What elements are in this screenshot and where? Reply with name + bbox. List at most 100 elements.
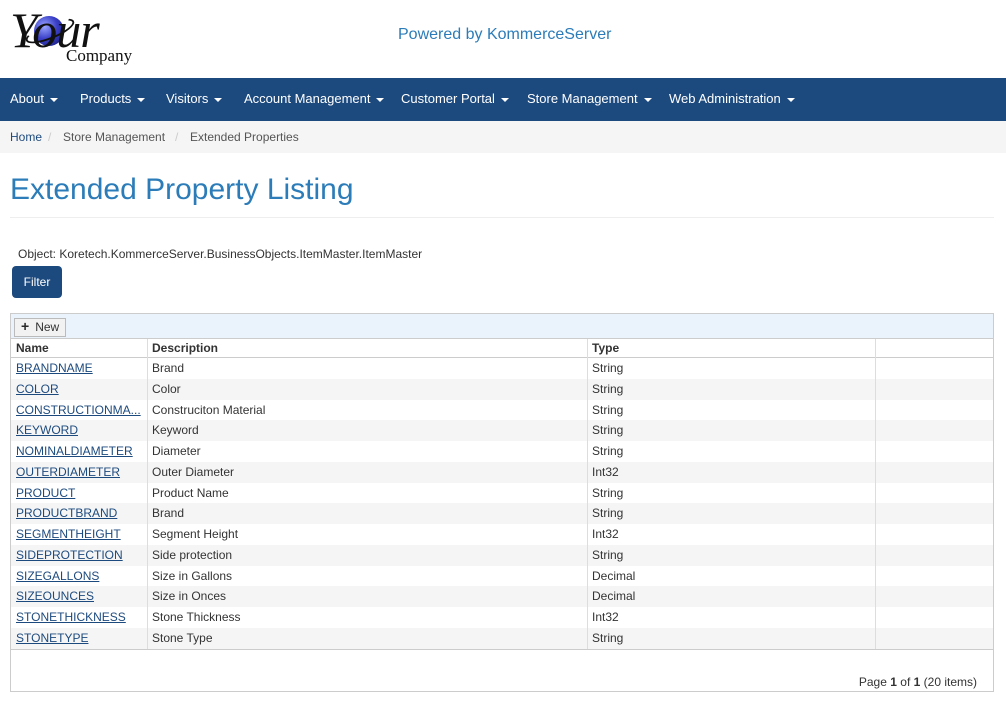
property-type: String bbox=[592, 423, 624, 438]
nav-label: Products bbox=[80, 91, 132, 106]
property-type: String bbox=[592, 506, 624, 521]
property-type: String bbox=[592, 381, 624, 396]
caret-down-icon bbox=[500, 97, 509, 102]
property-name-link[interactable]: STONETYPE bbox=[11, 628, 147, 649]
property-name-link[interactable]: SEGMENTHEIGHT bbox=[11, 524, 147, 545]
property-description: Color bbox=[152, 381, 181, 396]
property-name-link[interactable]: SIZEGALLONS bbox=[11, 566, 147, 587]
property-description: Stone Thickness bbox=[152, 610, 241, 624]
property-description: Diameter bbox=[152, 444, 201, 458]
property-type: String bbox=[592, 402, 624, 417]
pager-of-word: of bbox=[900, 675, 911, 689]
property-description: Product Name bbox=[152, 485, 229, 500]
table-row: SEGMENTHEIGHT Segment Height Int32 bbox=[11, 524, 993, 545]
table-row: KEYWORD Keyword String bbox=[11, 420, 993, 442]
nav-account-management[interactable]: Account Management bbox=[244, 78, 385, 121]
property-type: Decimal bbox=[592, 568, 636, 583]
column-header-name[interactable]: Name bbox=[11, 339, 147, 358]
property-description: Keyword bbox=[152, 423, 199, 438]
property-type: Decimal bbox=[592, 589, 636, 604]
main-navbar: About Products Visitors Account Manageme… bbox=[0, 78, 1006, 121]
pager-info: Page 1 of 1 (20 items) bbox=[859, 675, 977, 689]
property-description: Segment Height bbox=[152, 527, 239, 541]
column-divider bbox=[147, 339, 148, 650]
nav-label: Web Administration bbox=[669, 91, 781, 106]
company-logo[interactable]: Your Company bbox=[10, 2, 150, 68]
table-row: NOMINALDIAMETER Diameter String bbox=[11, 441, 993, 462]
new-label: New bbox=[35, 320, 60, 334]
caret-down-icon bbox=[49, 97, 58, 102]
property-type: Int32 bbox=[592, 464, 619, 479]
property-name-link[interactable]: NOMINALDIAMETER bbox=[11, 441, 147, 462]
nav-customer-portal[interactable]: Customer Portal bbox=[401, 78, 509, 121]
property-name-link[interactable]: PRODUCTBRAND bbox=[11, 503, 147, 524]
breadcrumb: Home / Store Management / Extended Prope… bbox=[0, 121, 1006, 153]
table-row: COLOR Color String bbox=[11, 378, 993, 400]
breadcrumb-separator: / bbox=[48, 130, 52, 144]
property-description: Size in Gallons bbox=[152, 568, 233, 583]
property-name-link[interactable]: SIDEPROTECTION bbox=[11, 545, 147, 566]
breadcrumb-home[interactable]: Home bbox=[10, 121, 42, 153]
table-row: STONETHICKNESS Stone Thickness Int32 bbox=[11, 607, 993, 628]
page-title: Extended Property Listing bbox=[10, 173, 354, 206]
grid-toolbar: + New bbox=[11, 314, 993, 339]
property-description: Size in Onces bbox=[152, 589, 227, 604]
nav-label: Store Management bbox=[527, 91, 638, 106]
property-description: Brand bbox=[152, 506, 185, 521]
property-description: Brand bbox=[152, 361, 185, 375]
table-row: SIDEPROTECTION Side protection String bbox=[11, 544, 993, 566]
breadcrumb-store-management[interactable]: Store Management bbox=[63, 121, 165, 153]
new-button[interactable]: + New bbox=[14, 318, 67, 337]
property-type: String bbox=[592, 630, 624, 645]
nav-visitors[interactable]: Visitors bbox=[166, 78, 223, 121]
nav-label: About bbox=[10, 91, 44, 106]
column-divider bbox=[875, 339, 876, 650]
object-line: Object: Koretech.KommerceServer.Business… bbox=[18, 247, 422, 261]
site-header: Your Company Powered by KommerceServer bbox=[0, 0, 1006, 78]
property-description: Side protection bbox=[152, 547, 233, 562]
property-name-link[interactable]: SIZEOUNCES bbox=[11, 586, 147, 607]
powered-by-text: Powered by KommerceServer bbox=[398, 26, 612, 43]
table-row: PRODUCTBRAND Brand String bbox=[11, 503, 993, 525]
property-name-link[interactable]: PRODUCT bbox=[11, 483, 147, 504]
property-name-link[interactable]: BRANDNAME bbox=[11, 358, 147, 379]
plus-icon: + bbox=[21, 318, 30, 334]
caret-down-icon bbox=[137, 97, 146, 102]
property-type: Int32 bbox=[592, 527, 619, 541]
property-type: Int32 bbox=[592, 610, 619, 624]
nav-web-administration[interactable]: Web Administration bbox=[669, 78, 795, 121]
nav-store-management[interactable]: Store Management bbox=[527, 78, 652, 121]
property-name-link[interactable]: OUTERDIAMETER bbox=[11, 462, 147, 483]
caret-down-icon bbox=[376, 97, 385, 102]
property-name-link[interactable]: STONETHICKNESS bbox=[11, 607, 147, 628]
property-name-link[interactable]: COLOR bbox=[11, 379, 147, 400]
column-divider bbox=[587, 339, 588, 650]
object-label: Object: bbox=[18, 247, 57, 261]
nav-label: Visitors bbox=[166, 91, 209, 106]
property-type: String bbox=[592, 547, 624, 562]
caret-down-icon bbox=[214, 97, 223, 102]
filter-button[interactable]: Filter bbox=[12, 266, 62, 298]
table-row: SIZEOUNCES Size in Onces Decimal bbox=[11, 586, 993, 608]
property-type: String bbox=[592, 485, 624, 500]
nav-label: Account Management bbox=[244, 91, 371, 106]
property-type: String bbox=[592, 361, 624, 375]
table-row: CONSTRUCTIONMA... Construciton Material St… bbox=[11, 400, 993, 421]
table-row: SIZEGALLONS Size in Gallons Decimal bbox=[11, 566, 993, 587]
nav-about[interactable]: About bbox=[10, 78, 58, 121]
table-row: STONETYPE Stone Type String bbox=[11, 627, 993, 649]
pager-current-page: 1 bbox=[890, 675, 897, 689]
column-header-description[interactable]: Description bbox=[147, 339, 587, 358]
grid-footer-divider bbox=[11, 649, 993, 650]
logo-subtitle: Company bbox=[66, 46, 133, 65]
pager-page-word: Page bbox=[858, 675, 887, 689]
property-name-link[interactable]: KEYWORD bbox=[11, 420, 147, 441]
property-name-link[interactable]: CONSTRUCTIONMA... bbox=[11, 400, 147, 421]
object-value: Koretech.KommerceServer.BusinessObjects.… bbox=[59, 247, 423, 261]
column-header-type[interactable]: Type bbox=[587, 339, 875, 358]
table-row: PRODUCT Product Name String bbox=[11, 483, 993, 504]
caret-down-icon bbox=[643, 97, 652, 102]
property-description: Outer Diameter bbox=[152, 464, 235, 479]
pager-item-count: (20 items) bbox=[923, 675, 977, 689]
nav-products[interactable]: Products bbox=[80, 78, 146, 121]
